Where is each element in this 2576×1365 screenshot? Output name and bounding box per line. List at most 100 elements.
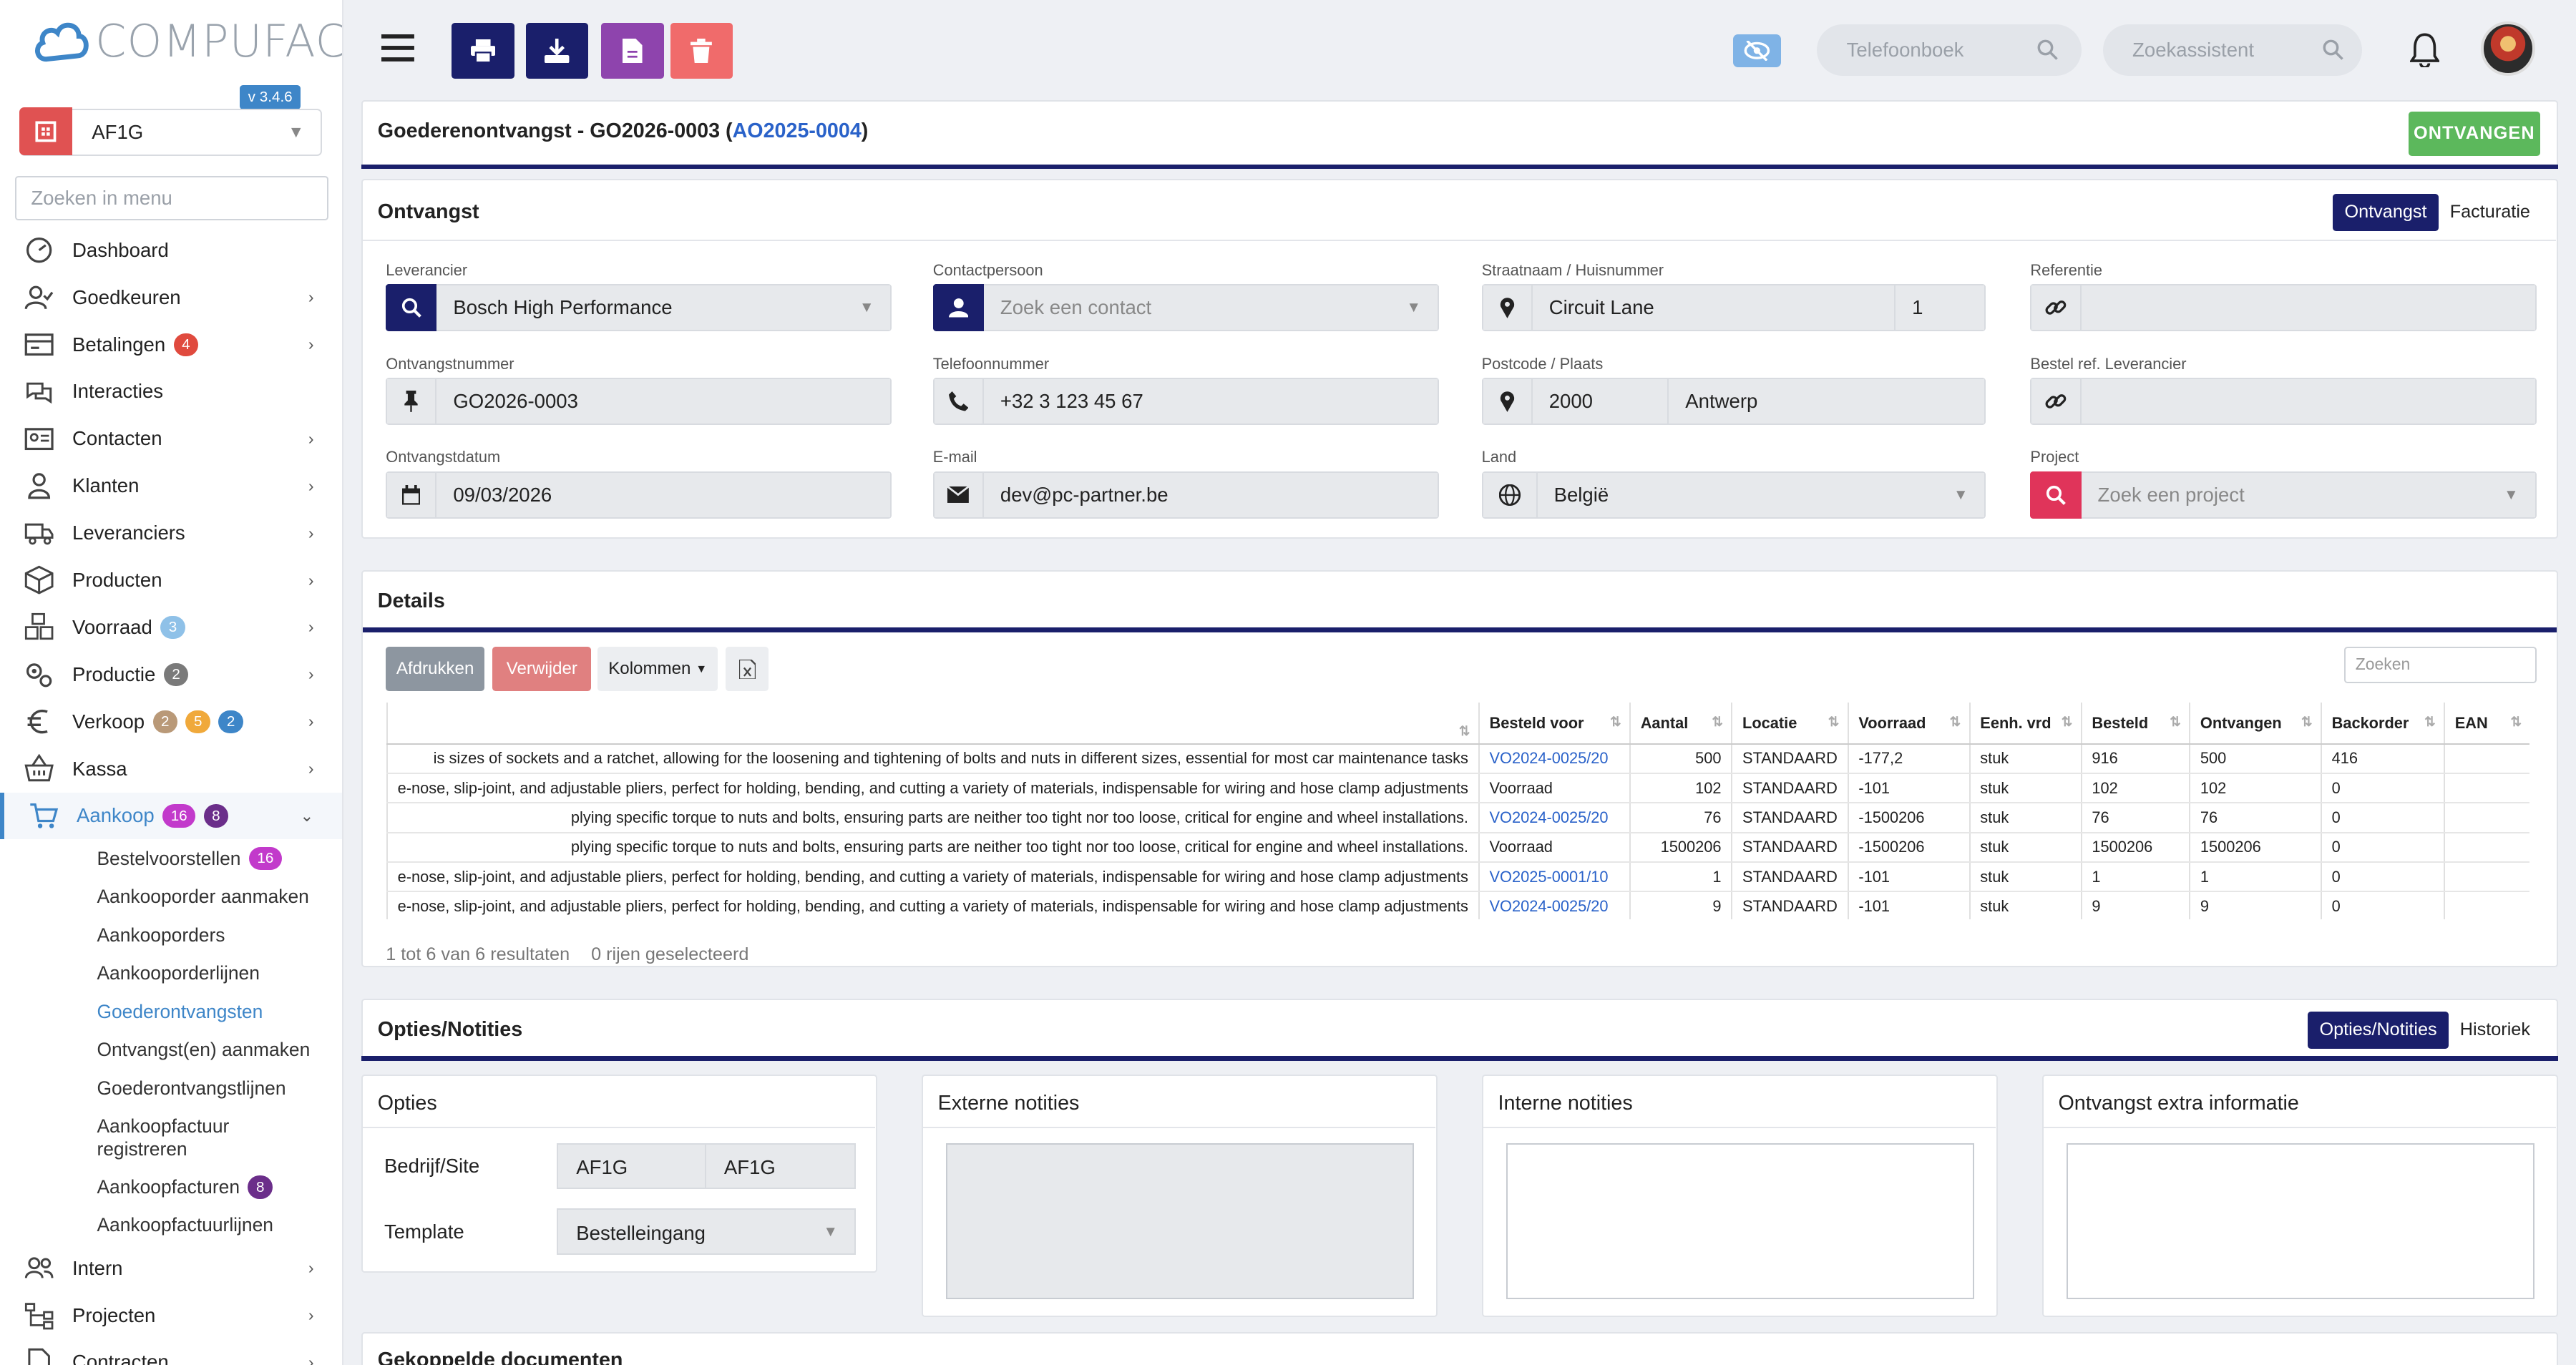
field-label: Ontvangstdatum — [386, 448, 501, 466]
chevron-right-icon: › — [308, 1306, 314, 1325]
extra-info-textarea[interactable] — [2066, 1143, 2535, 1299]
sidebar-item-dashboard[interactable]: Dashboard — [0, 227, 342, 274]
column-header[interactable]: Locatie ⇅ — [1731, 703, 1848, 745]
bedrijf-field-2[interactable]: AF1G — [704, 1143, 856, 1189]
sidebar-item-voorraad[interactable]: Voorraad 3 › — [0, 604, 342, 651]
subnav-item[interactable]: Aankooporders — [0, 916, 342, 954]
sidebar-item-intern[interactable]: Intern › — [0, 1245, 342, 1292]
table-row[interactable]: e-nose, slip-joint, and adjustable plier… — [386, 861, 2530, 893]
column-header[interactable]: Eenh. vrd ⇅ — [1968, 703, 2082, 745]
caret-down-icon: ▼ — [288, 122, 305, 142]
column-header[interactable]: Aantal ⇅ — [1629, 703, 1732, 745]
app-logo[interactable]: COMPUFACT — [33, 15, 342, 67]
project-select[interactable]: Zoek een project ▼ — [2030, 471, 2537, 519]
field-value: Zoek een contact ▼ — [983, 283, 1439, 332]
receipt-number-input[interactable]: GO2026-0003 — [386, 377, 892, 426]
menu-search-input[interactable]: Zoeken in menu — [14, 175, 329, 220]
sidebar-item-contracten[interactable]: Contracten › — [0, 1339, 342, 1365]
sidebar-item-label: Leveranciers — [72, 522, 185, 544]
column-header[interactable]: Voorraad ⇅ — [1847, 703, 1970, 745]
sidebar-item-leveranciers[interactable]: Leveranciers › — [0, 509, 342, 557]
table-row[interactable]: plying specific torque to nuts and bolts… — [386, 832, 2530, 863]
excel-export-button[interactable] — [726, 647, 769, 692]
contact-select[interactable]: Zoek een contact ▼ — [932, 283, 1439, 332]
subnav-item[interactable]: Aankoopfactuur registreren — [0, 1107, 342, 1168]
column-header[interactable]: Backorder ⇅ — [2320, 703, 2444, 745]
details-search-input[interactable]: Zoeken — [2343, 647, 2537, 683]
subnav-item[interactable]: Aankoopfacturen 8 — [0, 1168, 342, 1206]
cell-ordered-for[interactable]: VO2024-0025/20 — [1478, 803, 1630, 833]
column-header[interactable]: Ontvangen ⇅ — [2189, 703, 2321, 745]
table-row[interactable]: e-nose, slip-joint, and adjustable plier… — [386, 891, 2530, 920]
columns-button[interactable]: Kolommen ▼ — [597, 647, 718, 692]
tab-facturatie[interactable]: Facturatie — [2439, 194, 2542, 231]
avatar[interactable] — [2480, 21, 2535, 76]
column-header[interactable]: Besteld voor ⇅ — [1478, 703, 1630, 745]
sidebar-item-contacten[interactable]: Contacten › — [0, 415, 342, 462]
document-button[interactable] — [601, 23, 664, 79]
table-row[interactable]: is sizes of sockets and a ratchet, allow… — [386, 743, 2530, 775]
subnav-item[interactable]: Aankooporderlijnen — [0, 954, 342, 992]
cell-ordered-for[interactable]: VO2024-0025/20 — [1478, 743, 1630, 775]
order-link[interactable]: AO2025-0004 — [733, 119, 862, 142]
subnav-item[interactable]: Aankooporder aanmaken — [0, 878, 342, 916]
print-details-button[interactable]: Afdrukken — [386, 647, 484, 692]
boxes-icon — [24, 612, 54, 642]
subnav-item[interactable]: Bestelvoorstellen 16 — [0, 839, 342, 877]
sidebar-item-goedkeuren[interactable]: Goedkeuren › — [0, 274, 342, 321]
street-input[interactable]: Circuit Lane 1 — [1481, 283, 1986, 332]
sidebar-item-productie[interactable]: Productie 2 › — [0, 651, 342, 698]
subnav-item[interactable]: Goederontvangsten — [0, 992, 342, 1030]
phonebook-search-input[interactable]: Telefoonboek — [1817, 24, 2082, 76]
print-button[interactable] — [452, 23, 514, 79]
delete-details-button[interactable]: Verwijder — [492, 647, 592, 692]
column-header[interactable]: Besteld ⇅ — [2080, 703, 2190, 745]
column-header[interactable]: ⇅ — [386, 703, 1479, 745]
tab-opties[interactable]: Opties/Notities — [2308, 1011, 2449, 1049]
tab-historiek[interactable]: Historiek — [2449, 1012, 2542, 1049]
phone-input[interactable]: +32 3 123 45 67 — [932, 377, 1439, 426]
reference-input[interactable] — [2030, 283, 2537, 332]
subnav-label: Ontvangst(en) aanmaken — [97, 1039, 311, 1061]
intern-notes-textarea[interactable] — [1506, 1143, 1975, 1299]
sidebar-item-kassa[interactable]: Kassa › — [0, 745, 342, 793]
search-icon — [386, 283, 437, 332]
bedrijf-field-1[interactable]: AF1G — [557, 1143, 706, 1189]
postcode-input[interactable]: 2000 Antwerp — [1481, 377, 1986, 426]
extern-notes-textarea[interactable] — [946, 1143, 1415, 1299]
receive-button[interactable]: ONTVANGEN — [2409, 111, 2540, 156]
table-row[interactable]: e-nose, slip-joint, and adjustable plier… — [386, 773, 2530, 804]
sidebar-item-aankoop[interactable]: Aankoop 16 8 ⌄ — [0, 792, 342, 840]
tab-ontvangst[interactable]: Ontvangst — [2333, 193, 2439, 231]
chevron-right-icon: › — [308, 335, 314, 354]
privacy-toggle-button[interactable] — [1733, 34, 1781, 68]
company-select[interactable]: AF1G ▼ — [19, 107, 322, 157]
house-number-input[interactable]: 1 — [1896, 283, 1986, 332]
sidebar-item-producten[interactable]: Producten › — [0, 557, 342, 604]
supplier-ref-input[interactable] — [2030, 377, 2537, 426]
table-row[interactable]: plying specific torque to nuts and bolts… — [386, 803, 2530, 833]
divider — [361, 164, 2558, 170]
subnav-item[interactable]: Goederontvangstlijnen — [0, 1069, 342, 1107]
sidebar-item-klanten[interactable]: Klanten › — [0, 462, 342, 509]
column-header[interactable]: EAN ⇅ — [2444, 703, 2530, 745]
download-button[interactable] — [525, 23, 588, 79]
template-select[interactable]: Bestelleingang ▼ — [557, 1208, 856, 1255]
sidebar-item-projecten[interactable]: Projecten › — [0, 1292, 342, 1339]
hamburger-icon[interactable] — [381, 34, 414, 69]
delete-button[interactable] — [670, 23, 733, 79]
supplier-select[interactable]: Bosch High Performance ▼ — [386, 283, 892, 332]
sidebar-item-interacties[interactable]: Interacties — [0, 368, 342, 416]
country-select[interactable]: België ▼ — [1481, 471, 1986, 519]
email-input[interactable]: dev@pc-partner.be — [932, 471, 1439, 519]
bell-icon[interactable] — [2409, 33, 2441, 74]
assistant-search-input[interactable]: Zoekassistent — [2102, 24, 2363, 76]
sidebar-item-verkoop[interactable]: Verkoop 2 5 2 › — [0, 698, 342, 745]
subnav-item[interactable]: Ontvangst(en) aanmaken — [0, 1031, 342, 1069]
cell-ordered-for[interactable]: VO2024-0025/20 — [1478, 891, 1630, 920]
date-input[interactable]: 09/03/2026 — [386, 471, 892, 519]
cell-ordered-for[interactable]: VO2025-0001/10 — [1478, 861, 1630, 893]
city-input[interactable]: Antwerp — [1669, 377, 1986, 426]
subnav-item[interactable]: Aankoopfactuurlijnen — [0, 1206, 342, 1244]
sidebar-item-betalingen[interactable]: Betalingen 4 › — [0, 321, 342, 368]
